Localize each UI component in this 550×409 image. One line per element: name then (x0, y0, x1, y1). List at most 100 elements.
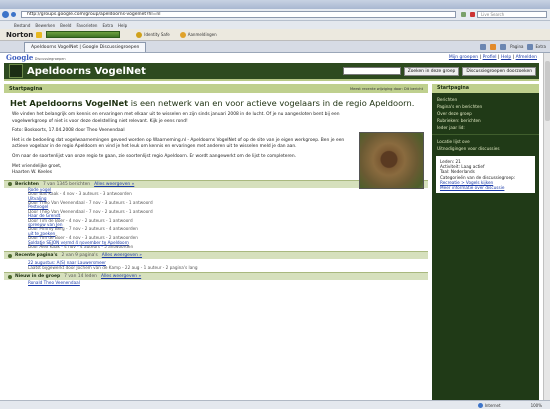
back-icon[interactable] (2, 11, 9, 18)
norton-safe-search[interactable] (46, 31, 121, 38)
status-bar: Internet 100% (0, 400, 550, 409)
section-nieuw-count: 7 van 14 leden (64, 274, 97, 280)
signature: Haarten W. Keeles (12, 170, 52, 176)
tools-menu[interactable]: Extra (535, 44, 546, 49)
list-item[interactable]: Uitvaling Door Theo Van Veenendaal - 7 no… (28, 196, 428, 206)
intro-paragraph: We vinden het belangrijk om kennis en er… (12, 112, 340, 124)
refresh-icon[interactable] (461, 12, 466, 17)
show-all-members[interactable]: Alles weergeven » (101, 274, 141, 279)
browser-window: http://groups.google.com/group/apeldoorn… (0, 0, 550, 409)
sidebar-item-invites[interactable]: Uitnodigingen voor discussies (432, 145, 539, 152)
new-member-list: Ronald Theo Veenendaal (28, 280, 428, 285)
search-input[interactable]: Live Search (477, 11, 547, 18)
menu-help[interactable]: Help (118, 23, 127, 28)
sidebar-item-locaties[interactable]: Locatie lijst ove (432, 138, 539, 145)
group-title[interactable]: Apeldoorns VogelNet (27, 66, 343, 77)
group-logo (9, 64, 23, 78)
scroll-thumb[interactable] (545, 61, 550, 121)
list-item[interactable]: 22 augustus: A(S) naar Lauwersmeer Laatst… (28, 261, 428, 270)
section-berichten-label: Berichten (15, 181, 39, 187)
feeds-icon[interactable] (490, 43, 497, 50)
tools-icon (527, 43, 534, 50)
section-nieuw: Nieuw in de groep 7 van 14 leden Alles w… (4, 272, 428, 281)
logins-icon (179, 31, 186, 38)
search-groups-button[interactable]: Discussiegroepen doorzoeken (462, 66, 536, 76)
link-help[interactable]: Help (501, 55, 511, 60)
menu-view[interactable]: Beeld (60, 23, 71, 28)
menu-file[interactable]: Bestand (14, 23, 30, 28)
home-icon[interactable] (480, 43, 487, 50)
section-pages-count: 2 van 9 pagina's (61, 253, 98, 259)
list-item[interactable]: Rode vogel Door Bas Kaak - 4 nov - 3 aute… (28, 187, 428, 197)
address-row: http://groups.google.com/group/apeldoorn… (0, 9, 550, 21)
logins-button[interactable]: Aanmeldingen (188, 32, 217, 37)
last-changed: Meest recente wijziging door: Dit berich… (350, 86, 423, 91)
group-header: Apeldoorns VogelNet Zoeken in deze groep… (4, 63, 539, 81)
link-my-groups[interactable]: Mijn groepen (449, 55, 478, 60)
google-top-bar: Google Discussiegroepen Mijn groepen | P… (6, 53, 537, 62)
tab-bar: Apeldoorns VogelNet | Google Discussiegr… (0, 41, 550, 53)
search-group-button[interactable]: Zoeken in deze groep (403, 66, 460, 76)
sidebar-item-pages[interactable]: Pagina's en berichten (432, 103, 539, 110)
start-page-bar: Startpagina Meest recente wijziging door… (4, 84, 428, 93)
print-icon[interactable] (500, 43, 507, 50)
section-pages-label: Recente pagina's (15, 253, 58, 259)
tab-apeldoorns-vogelnet[interactable]: Apeldoorns VogelNet | Google Discussiegr… (24, 41, 147, 52)
photo-credit: Foto: Boskoorts, 17.04.2008 door Theo Ve… (12, 128, 125, 134)
zoom-level[interactable]: 100% (531, 403, 542, 408)
bird-photo (359, 132, 424, 189)
show-all-berichten[interactable]: Alles weergeven » (94, 182, 134, 187)
link-sign-out[interactable]: Afmelden (516, 55, 537, 60)
sidebar-header: Startpagina (432, 84, 539, 93)
menu-tools[interactable]: Extra (102, 23, 113, 28)
discussion-list: Rode vogel Door Bas Kaak - 4 nov - 3 aute… (28, 187, 428, 250)
list-item[interactable]: Haar de Grendt Door Tim de Boer - 4 nov -… (28, 213, 428, 223)
discussion-icon (8, 182, 12, 187)
norton-check-icon (36, 31, 43, 38)
web-page: Google Discussiegroepen Mijn groepen | P… (0, 53, 543, 400)
zone-label: Internet (484, 402, 501, 408)
internet-zone-icon (477, 402, 483, 408)
members-icon (8, 274, 12, 279)
sidebar-item-rubrieken[interactable]: Rubrieken: berichten (432, 117, 539, 124)
google-logo[interactable]: Google (6, 53, 33, 62)
list-item[interactable]: Ronald Theo Veenendaal (28, 280, 428, 285)
page-menu[interactable]: Pagina (510, 44, 523, 49)
sidebar-item-berichten[interactable]: Berichten (432, 96, 539, 103)
norton-logo: Norton (6, 30, 34, 39)
sidebar-divider (432, 134, 539, 135)
menu-bar: Bestand Bewerken Beeld Favorieten Extra … (0, 21, 550, 29)
window-title-bar (0, 0, 550, 9)
greeting: Met vriendelijke groet, (12, 163, 62, 169)
group-search-input[interactable] (342, 67, 401, 75)
section-nieuw-label: Nieuw in de groep (15, 274, 61, 280)
list-item[interactable]: Pestvogel Door Theo Van Veenendaal - 7 no… (28, 204, 428, 214)
vertical-scrollbar[interactable] (543, 53, 550, 400)
section-pages: Recente pagina's 2 van 9 pagina's Alles … (4, 251, 428, 260)
forward-icon[interactable] (11, 12, 16, 17)
pages-list: 22 augustus: A(S) naar Lauwersmeer Laatst… (28, 261, 428, 270)
more-info-link[interactable]: Meer informatie over discussie (440, 185, 531, 190)
list-item[interactable]: spreeuw van Jen Door Pimmy Berg - 7 nov -… (28, 222, 428, 232)
pages-icon (8, 253, 12, 258)
section-berichten-count: 7 van 1345 berichten (42, 181, 91, 187)
list-item[interactable]: Soldatje SEJON vermd 4 november te Apeld… (28, 240, 428, 250)
stop-icon[interactable] (470, 12, 475, 17)
sidebar-item-lid[interactable]: Ieder jaar lid: (432, 124, 539, 131)
google-logo-sub: Discussiegroepen (34, 57, 66, 61)
identity-safe-icon (136, 31, 143, 38)
address-bar[interactable]: http://groups.google.com/group/apeldoorn… (21, 11, 456, 18)
intro-heading: Het Apeldoorns VogelNet is een netwerk v… (10, 98, 415, 108)
norton-toolbar: Norton Identity Safe Aanmeldingen (0, 29, 550, 41)
soortenlijst-paragraph: Om naar de soortenlijst van onze regio t… (12, 153, 297, 159)
menu-edit[interactable]: Bewerken (35, 23, 55, 28)
link-profile[interactable]: Profiel (483, 55, 497, 60)
show-all-pages[interactable]: Alles weergeven » (102, 253, 142, 258)
sidebar-item-about[interactable]: Over deze groep (432, 110, 539, 117)
start-page-title: Startpagina (9, 85, 43, 92)
group-info-box: Leden: 21 Activiteit: Laag actief Taal: … (436, 156, 535, 194)
waarneming-paragraph: Het is de bedoeling dat vogelwaarneminge… (12, 137, 345, 150)
menu-favorites[interactable]: Favorieten (76, 23, 97, 28)
sidebar: Startpagina Berichten Pagina's en berich… (432, 84, 539, 400)
identity-safe-button[interactable]: Identity Safe (144, 32, 169, 37)
